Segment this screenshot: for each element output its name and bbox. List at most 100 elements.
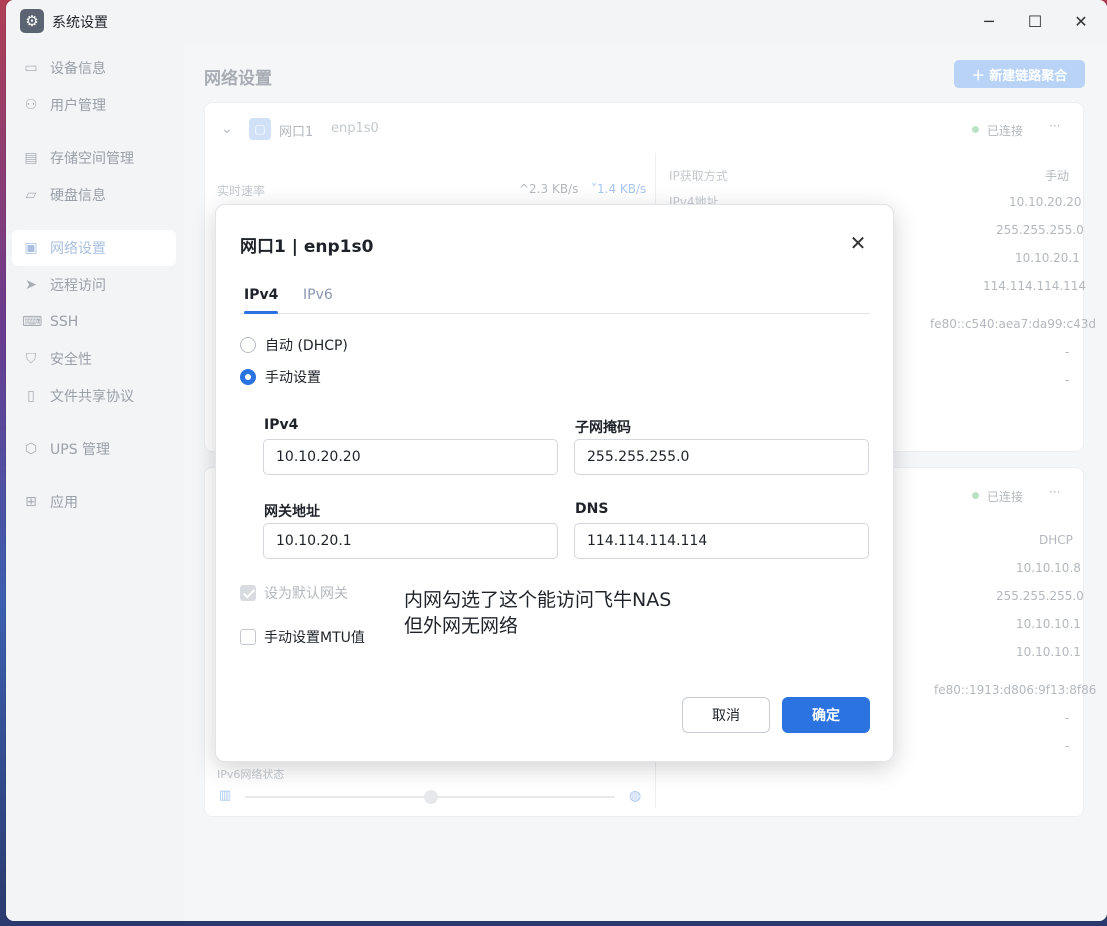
default-gateway-checkbox[interactable] xyxy=(240,585,256,601)
ipv6-value-empty: - xyxy=(1065,373,1070,387)
send-icon: ➤ xyxy=(25,277,37,293)
dns-value: 10.10.10.1 xyxy=(1016,645,1081,659)
subnet-value: 255.255.255.0 xyxy=(996,589,1084,603)
ipv6-value-empty: - xyxy=(1065,345,1070,359)
radio-dhcp-row[interactable]: 自动 (DHCP) xyxy=(240,335,348,355)
more-icon[interactable]: ··· xyxy=(1049,119,1060,133)
sidebar-item-ups[interactable]: ⬡ UPS 管理 xyxy=(12,431,176,467)
sidebar-item-storage[interactable]: ▤ 存储空间管理 xyxy=(12,140,176,176)
dns-input[interactable] xyxy=(574,523,869,559)
user-icon: ⚇ xyxy=(24,97,38,113)
title-bar: ⚙ 系统设置 ─ ☐ ✕ xyxy=(6,0,1107,42)
minimize-button[interactable]: ─ xyxy=(969,6,1009,36)
radio-dhcp-label: 自动 (DHCP) xyxy=(265,338,348,354)
ipv4-label: IPv4 xyxy=(264,417,299,433)
ipv6-address-value: fe80::c540:aea7:da99:c43d xyxy=(930,317,1097,331)
dns-value: 114.114.114.114 xyxy=(983,279,1087,293)
globe-icon: ◍ xyxy=(629,788,642,804)
file-icon: ▯ xyxy=(27,388,35,404)
network-port-dialog: 网口1 | enp1s0 ✕ IPv4 IPv6 自动 (DHCP) 手动设置 … xyxy=(215,204,894,762)
sidebar-item-label: 文件共享协议 xyxy=(50,389,134,405)
sidebar: ▭ 设备信息 ⚇ 用户管理 ▤ 存储空间管理 ▱ 硬盘信息 ▣ 网络设置 ➤ 远… xyxy=(6,42,184,921)
sidebar-item-label: SSH xyxy=(50,314,79,330)
sidebar-item-apps[interactable]: ⊞ 应用 xyxy=(12,484,176,520)
close-icon[interactable]: ✕ xyxy=(844,229,872,257)
storage-icon: ▤ xyxy=(24,150,38,166)
sidebar-item-ssh[interactable]: ⌨ SSH xyxy=(12,304,176,340)
ethernet-icon: ▢ xyxy=(249,118,271,140)
ipv4-input[interactable] xyxy=(263,439,558,475)
dialog-title: 网口1 | enp1s0 xyxy=(240,237,374,257)
more-icon[interactable]: ··· xyxy=(1049,485,1060,499)
manual-mtu-label: 手动设置MTU值 xyxy=(264,630,365,646)
manual-mtu-row[interactable]: 手动设置MTU值 xyxy=(240,628,365,646)
radio-manual[interactable] xyxy=(240,369,256,385)
annotation-line-2: 但外网无网络 xyxy=(404,615,519,637)
realtime-speed-label: 实时速率 xyxy=(217,184,266,198)
sidebar-item-label: 安全性 xyxy=(50,352,92,368)
gateway-input[interactable] xyxy=(263,523,558,559)
router-node-icon xyxy=(424,790,438,804)
shield-icon: ⛉ xyxy=(25,351,37,367)
manual-mtu-checkbox[interactable] xyxy=(240,629,256,645)
status-dot xyxy=(972,492,979,499)
ip-method-value: DHCP xyxy=(1039,533,1073,547)
maximize-button[interactable]: ☐ xyxy=(1015,6,1055,36)
tab-ipv4[interactable]: IPv4 xyxy=(244,287,278,303)
sidebar-item-label: 用户管理 xyxy=(50,98,106,114)
terminal-icon: ⌨ xyxy=(22,314,43,330)
protocol-tabs: IPv4 IPv6 xyxy=(240,283,870,314)
ip-method-value: 手动 xyxy=(1045,169,1070,183)
interface-name: enp1s0 xyxy=(331,121,379,136)
ipv6-address-value: fe80::1913:d806:9f13:8f86 xyxy=(934,683,1097,697)
sidebar-item-label: UPS 管理 xyxy=(50,442,111,458)
sidebar-item-file-sharing[interactable]: ▯ 文件共享协议 xyxy=(12,378,176,414)
sidebar-item-security[interactable]: ⛉ 安全性 xyxy=(12,341,176,377)
ipv6-value-empty: - xyxy=(1065,711,1070,725)
sidebar-item-user-management[interactable]: ⚇ 用户管理 xyxy=(12,87,176,123)
subnet-mask-label: 子网掩码 xyxy=(575,420,631,436)
radio-manual-row[interactable]: 手动设置 xyxy=(240,367,321,387)
port-name: 网口1 xyxy=(279,125,314,140)
radio-manual-label: 手动设置 xyxy=(265,370,321,386)
close-window-button[interactable]: ✕ xyxy=(1061,6,1101,36)
sidebar-item-disk-info[interactable]: ▱ 硬盘信息 xyxy=(12,177,176,213)
device-icon: ▭ xyxy=(24,60,38,76)
window-title: 系统设置 xyxy=(52,15,108,31)
sidebar-item-remote-access[interactable]: ➤ 远程访问 xyxy=(12,267,176,303)
gear-icon: ⚙ xyxy=(20,9,44,33)
sidebar-item-label: 设备信息 xyxy=(50,61,106,77)
chevron-down-icon[interactable]: ⌄ xyxy=(221,121,233,137)
sidebar-item-device-info[interactable]: ▭ 设备信息 xyxy=(12,50,176,86)
annotation-line-1: 内网勾选了这个能访问飞牛NAS xyxy=(404,589,672,611)
ipv6-value-empty: - xyxy=(1065,739,1070,753)
sidebar-item-label: 网络设置 xyxy=(50,241,106,257)
radio-dhcp[interactable] xyxy=(240,337,256,353)
status-badge: 已连接 xyxy=(987,490,1024,504)
sidebar-item-label: 应用 xyxy=(50,495,78,511)
upload-speed: ^2.3 KB/s xyxy=(519,182,579,196)
new-link-aggregation-button[interactable]: ＋ 新建链路聚合 xyxy=(954,60,1085,88)
dns-label: DNS xyxy=(575,501,609,517)
subnet-mask-input[interactable] xyxy=(574,439,869,475)
user-annotation: 内网勾选了这个能访问飞牛NAS 但外网无网络 xyxy=(404,587,671,639)
ipv4-address-value: 10.10.20.20 xyxy=(1009,195,1082,209)
cancel-button[interactable]: 取消 xyxy=(682,697,770,733)
network-icon: ▣ xyxy=(24,240,38,256)
ipv4-address-value: 10.10.10.8 xyxy=(1016,561,1081,575)
tab-ipv6[interactable]: IPv6 xyxy=(303,287,333,303)
subnet-value: 255.255.255.0 xyxy=(996,223,1084,237)
gateway-value: 10.10.10.1 xyxy=(1016,617,1081,631)
ip-method-label: IP获取方式 xyxy=(669,169,728,183)
confirm-button[interactable]: 确定 xyxy=(782,697,870,733)
sidebar-item-label: 远程访问 xyxy=(50,278,106,294)
default-gateway-label: 设为默认网关 xyxy=(264,586,348,602)
default-gateway-row[interactable]: 设为默认网关 xyxy=(240,584,348,602)
ups-icon: ⬡ xyxy=(24,441,38,457)
sidebar-item-label: 硬盘信息 xyxy=(50,188,106,204)
gateway-label: 网关地址 xyxy=(264,504,320,520)
apps-icon: ⊞ xyxy=(25,494,37,510)
status-dot xyxy=(972,126,979,133)
status-badge: 已连接 xyxy=(987,124,1024,138)
sidebar-item-network[interactable]: ▣ 网络设置 xyxy=(12,230,176,266)
